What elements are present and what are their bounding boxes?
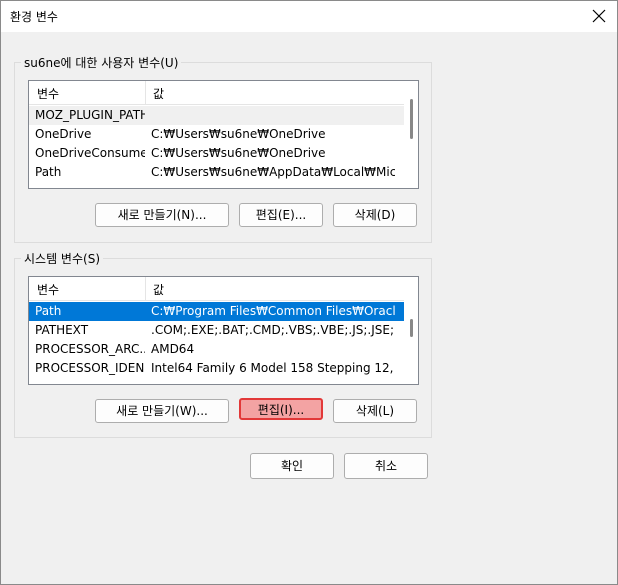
list-item[interactable]: Path C:₩Users₩su6ne₩AppData₩Local₩Micros… <box>29 163 404 182</box>
variable-name: MOZ_PLUGIN_PATH <box>35 108 145 122</box>
list-item[interactable]: PROCESSOR_ARC... AMD64 <box>29 340 404 359</box>
system-variables-label: 시스템 변수(S) <box>21 250 103 267</box>
variable-value: Intel64 Family 6 Model 158 Stepping 12, … <box>151 361 395 375</box>
column-header-value[interactable]: 값 <box>153 281 164 298</box>
variable-name: PATHEXT <box>35 323 89 337</box>
user-variables-group: su6ne에 대한 사용자 변수(U) 변수 값 MOZ_PLUGIN_PATH… <box>14 54 432 243</box>
list-item[interactable]: PROCESSOR_IDEN... Intel64 Family 6 Model… <box>29 359 404 378</box>
scrollbar-thumb[interactable] <box>410 319 413 337</box>
close-icon[interactable] <box>591 8 607 24</box>
ok-button[interactable]: 확인 <box>250 453 334 479</box>
cancel-button[interactable]: 취소 <box>344 453 428 479</box>
system-new-button[interactable]: 새로 만들기(W)... <box>95 399 229 423</box>
column-divider[interactable] <box>145 277 146 300</box>
column-header-value[interactable]: 값 <box>153 85 164 102</box>
user-new-button[interactable]: 새로 만들기(N)... <box>95 203 229 227</box>
variable-name: OneDriveConsumer <box>35 146 145 160</box>
window-title: 환경 변수 <box>10 10 58 24</box>
variable-value: C:₩Users₩su6ne₩OneDrive <box>151 146 326 160</box>
system-delete-button[interactable]: 삭제(L) <box>333 399 417 423</box>
column-header-variable[interactable]: 변수 <box>37 281 59 298</box>
user-delete-button[interactable]: 삭제(D) <box>333 203 417 227</box>
title-bar: 환경 변수 <box>1 1 617 32</box>
variable-name: PROCESSOR_ARC... <box>35 342 145 356</box>
system-variables-group: 시스템 변수(S) 변수 값 Path C:₩Program Files₩Com… <box>14 250 432 438</box>
column-header-variable[interactable]: 변수 <box>37 85 59 102</box>
user-edit-button[interactable]: 편집(E)... <box>239 203 323 227</box>
variable-name: Path <box>35 165 62 179</box>
variable-value: AMD64 <box>151 342 195 356</box>
variable-name: OneDrive <box>35 127 92 141</box>
vertical-scrollbar[interactable] <box>404 277 418 384</box>
system-variables-list[interactable]: 변수 값 Path C:₩Program Files₩Common Files₩… <box>28 276 419 385</box>
variable-value: C:₩Program Files₩Common Files₩Oracle₩... <box>151 304 395 318</box>
list-header: 변수 값 <box>29 277 418 301</box>
user-variables-list[interactable]: 변수 값 MOZ_PLUGIN_PATH OneDrive C:₩Users₩s… <box>28 80 419 189</box>
variable-name: Path <box>35 304 62 318</box>
variable-name: PROCESSOR_IDEN... <box>35 361 145 375</box>
list-item[interactable]: PATHEXT .COM;.EXE;.BAT;.CMD;.VBS;.VBE;.J… <box>29 321 404 340</box>
variable-value: .COM;.EXE;.BAT;.CMD;.VBS;.VBE;.JS;.JSE;.… <box>151 323 395 337</box>
variable-value: C:₩Users₩su6ne₩AppData₩Local₩Microso... <box>151 165 395 179</box>
scrollbar-thumb[interactable] <box>410 99 413 139</box>
variable-value: C:₩Users₩su6ne₩OneDrive <box>151 127 326 141</box>
system-edit-button[interactable]: 편집(I)... <box>239 398 323 420</box>
user-variables-label: su6ne에 대한 사용자 변수(U) <box>21 54 182 71</box>
column-divider[interactable] <box>145 81 146 104</box>
list-item[interactable]: OneDrive C:₩Users₩su6ne₩OneDrive <box>29 125 404 144</box>
environment-variables-dialog: 환경 변수 su6ne에 대한 사용자 변수(U) 변수 값 MOZ_PLUGI… <box>0 0 618 585</box>
list-item[interactable]: Path C:₩Program Files₩Common Files₩Oracl… <box>29 302 404 321</box>
vertical-scrollbar[interactable] <box>404 81 418 188</box>
list-header: 변수 값 <box>29 81 418 105</box>
list-item[interactable]: MOZ_PLUGIN_PATH <box>29 106 404 125</box>
list-item[interactable]: OneDriveConsumer C:₩Users₩su6ne₩OneDrive <box>29 144 404 163</box>
